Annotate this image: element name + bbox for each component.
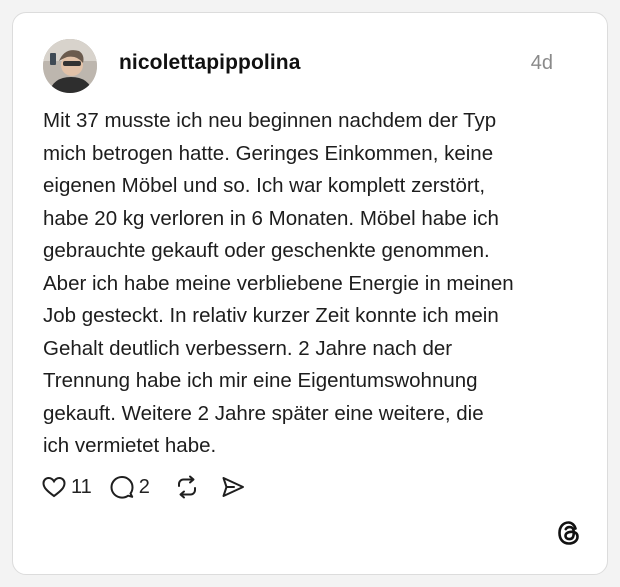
reply-count: 2 bbox=[138, 475, 150, 498]
reply-button[interactable]: 2 bbox=[109, 474, 150, 500]
repost-button[interactable] bbox=[174, 474, 200, 500]
post-timestamp: 4d bbox=[530, 52, 553, 74]
like-count: 11 bbox=[71, 475, 92, 498]
heart-icon bbox=[41, 474, 67, 500]
like-button[interactable]: 11 bbox=[41, 474, 92, 500]
comment-icon bbox=[109, 474, 135, 500]
post-card: nicolettapippolina 4d Mit 37 musste ich … bbox=[12, 12, 608, 575]
send-icon bbox=[220, 474, 246, 500]
username[interactable]: nicolettapippolina bbox=[119, 51, 300, 75]
post-actions: 11 2 bbox=[41, 471, 246, 503]
repost-icon bbox=[174, 474, 200, 500]
avatar[interactable] bbox=[43, 39, 97, 93]
share-button[interactable] bbox=[220, 474, 246, 500]
post-text: Mit 37 musste ich neu beginnen nachdem d… bbox=[43, 109, 514, 457]
threads-logo-icon bbox=[555, 519, 583, 547]
